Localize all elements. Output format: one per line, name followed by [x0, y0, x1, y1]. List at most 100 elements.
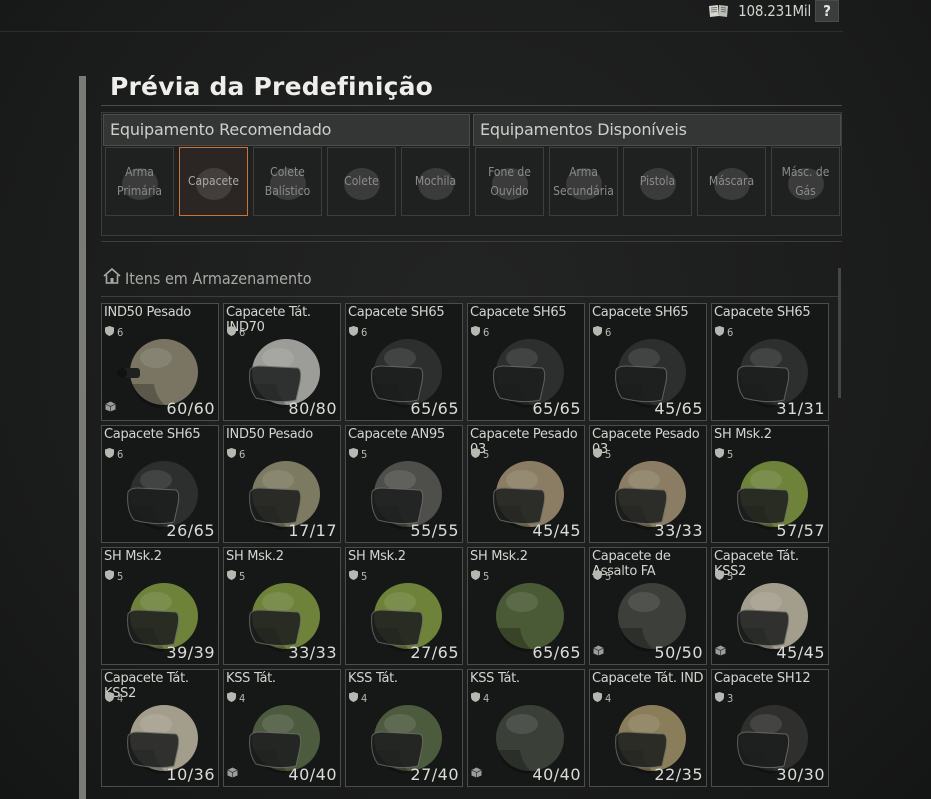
armor-class: 6 [227, 326, 245, 339]
equipment-slot-label: Másc. de Gás [781, 164, 830, 198]
armor-class: 5 [227, 570, 245, 583]
storage-item[interactable]: IND50 Pesado 6 17/17 [223, 425, 341, 543]
shield-icon [471, 448, 480, 461]
durability: 33/33 [288, 643, 337, 662]
home-icon [103, 267, 121, 288]
armor-class: 5 [471, 448, 489, 461]
equipment-slot[interactable]: Pistola [623, 147, 692, 216]
shield-icon [349, 448, 358, 461]
armor-class: 6 [105, 448, 123, 461]
storage-item[interactable]: SH Msk.2 5 39/39 [101, 547, 219, 665]
durability: 27/40 [410, 765, 459, 784]
package-icon [227, 763, 238, 782]
equipment-slot-label: Colete Balístico [264, 164, 311, 198]
storage-header: Itens em Armazenamento [103, 267, 312, 288]
equipment-slot[interactable]: Máscara [697, 147, 766, 216]
durability: 45/65 [654, 399, 703, 418]
storage-item[interactable]: KSS Tát. 4 40/40 [467, 669, 585, 787]
storage-item[interactable]: SH Msk.2 5 57/57 [711, 425, 829, 543]
title-divider [101, 105, 842, 106]
durability: 27/65 [410, 643, 459, 662]
storage-item[interactable]: SH Msk.2 5 33/33 [223, 547, 341, 665]
storage-scrollbar[interactable] [838, 268, 841, 398]
armor-class-value: 4 [483, 692, 490, 705]
storage-item[interactable]: Capacete Tát. KSS2 5 45/45 [711, 547, 829, 665]
item-name: KSS Tát. [226, 671, 276, 686]
equipment-slot[interactable]: Másc. de Gás [771, 147, 840, 216]
equipment-slot[interactable]: Colete Balístico [253, 147, 322, 216]
equipment-slot[interactable]: Arma Primária [105, 147, 174, 216]
armor-class-value: 5 [727, 448, 734, 461]
armor-class: 6 [227, 448, 245, 461]
item-name: Capacete SH65 [348, 305, 445, 320]
storage-item[interactable]: KSS Tát. 4 40/40 [223, 669, 341, 787]
armor-class-value: 6 [117, 326, 124, 339]
page-title: Prévia da Predefinição [110, 72, 434, 101]
storage-item[interactable]: KSS Tát. 4 27/40 [345, 669, 463, 787]
storage-item[interactable]: Capacete Tát. IND70 6 80/80 [223, 303, 341, 421]
armor-class: 4 [349, 692, 367, 705]
armor-class-value: 5 [361, 570, 368, 583]
durability: 45/45 [776, 643, 825, 662]
armor-class: 5 [593, 448, 611, 461]
armor-class: 4 [105, 692, 123, 705]
item-name: Capacete SH65 [592, 305, 689, 320]
storage-item[interactable]: Capacete de Assalto FA 5 50/50 [589, 547, 707, 665]
armor-class: 5 [349, 448, 367, 461]
shield-icon [715, 692, 724, 705]
storage-item[interactable]: SH Msk.2 5 65/65 [467, 547, 585, 665]
storage-item[interactable]: Capacete Tát. IND 4 22/35 [589, 669, 707, 787]
storage-item[interactable]: Capacete SH65 6 65/65 [467, 303, 585, 421]
durability: 22/35 [654, 765, 703, 784]
shield-icon [105, 448, 114, 461]
shield-icon [227, 326, 236, 339]
armor-class: 6 [105, 326, 123, 339]
equipment-slot[interactable]: Fone de Ouvido [475, 147, 544, 216]
equipment-slot-label: Capacete [187, 174, 240, 188]
equipment-slot[interactable]: Capacete [179, 147, 248, 216]
storage-item[interactable]: SH Msk.2 5 27/65 [345, 547, 463, 665]
shield-icon [227, 448, 236, 461]
durability: 31/31 [776, 399, 825, 418]
armor-class-value: 6 [117, 448, 124, 461]
storage-item[interactable]: Capacete SH12 3 30/30 [711, 669, 829, 787]
armor-class-value: 6 [361, 326, 368, 339]
equipment-slot[interactable]: Colete [327, 147, 396, 216]
storage-item[interactable]: Capacete Pesado 03533/33 [589, 425, 707, 543]
durability: 40/40 [288, 765, 337, 784]
equipment-slot[interactable]: Arma Secundária [549, 147, 618, 216]
storage-item[interactable]: Capacete SH65 6 26/65 [101, 425, 219, 543]
durability: 57/57 [776, 521, 825, 540]
armor-class: 6 [471, 326, 489, 339]
storage-item[interactable]: Capacete SH65 6 45/65 [589, 303, 707, 421]
storage-item[interactable]: IND50 Pesado 6 60/60 [101, 303, 219, 421]
shield-icon [593, 326, 602, 339]
armor-class-value: 6 [727, 326, 734, 339]
storage-divider [101, 296, 839, 297]
help-button[interactable]: ? [815, 0, 839, 22]
durability: 60/60 [166, 399, 215, 418]
equipment-slot-label: Colete [344, 174, 379, 188]
storage-item[interactable]: Capacete Tát. KSS2 4 10/36 [101, 669, 219, 787]
money-display: 108.231Mil [708, 0, 811, 22]
shield-icon [471, 326, 480, 339]
top-divider [0, 31, 843, 32]
equipment-slot-label: Arma Secundária [553, 164, 614, 198]
durability: 10/36 [166, 765, 215, 784]
item-name: Capacete SH65 [714, 305, 811, 320]
storage-item[interactable]: Capacete SH65 6 31/31 [711, 303, 829, 421]
storage-item[interactable]: Capacete SH65 6 65/65 [345, 303, 463, 421]
armor-class: 3 [715, 692, 733, 705]
armor-class-value: 4 [239, 692, 246, 705]
durability: 26/65 [166, 521, 215, 540]
armor-class-value: 5 [605, 448, 612, 461]
storage-item[interactable]: Capacete Pesado 03545/45 [467, 425, 585, 543]
equipment-slot[interactable]: Mochila [401, 147, 470, 216]
armor-class-value: 6 [239, 326, 246, 339]
item-name: Capacete AN95 [348, 427, 445, 442]
armor-class-value: 5 [117, 570, 124, 583]
package-icon [105, 397, 116, 416]
armor-class: 5 [715, 448, 733, 461]
armor-class: 6 [593, 326, 611, 339]
storage-item[interactable]: Capacete AN95 5 55/55 [345, 425, 463, 543]
